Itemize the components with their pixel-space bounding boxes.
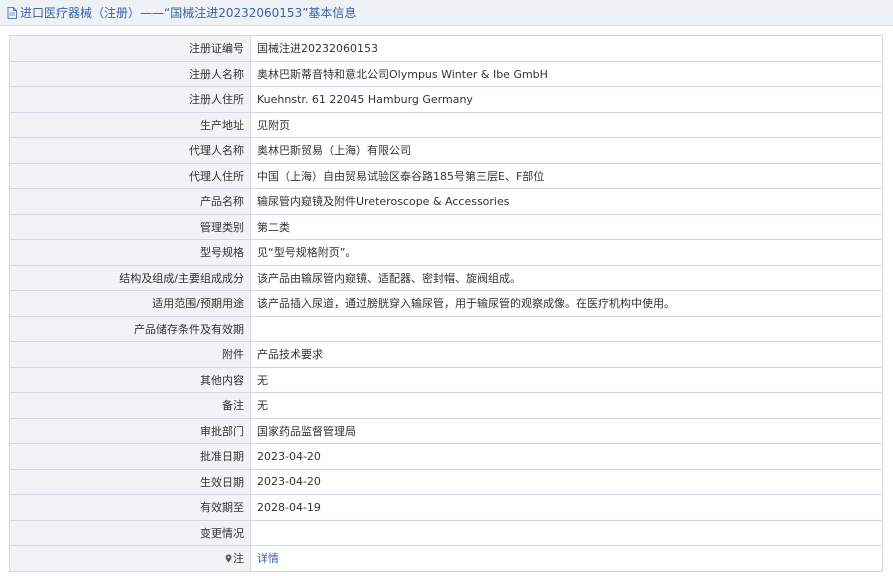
table-row: 备注无 xyxy=(9,392,883,419)
table-row: 代理人名称 奥林巴斯贸易（上海）有限公司 xyxy=(9,137,883,164)
table-row: 批准日期 2023-04-20 xyxy=(9,443,883,470)
row-label: 变更情况 xyxy=(9,519,251,546)
table-row: 注册人名称 奥林巴斯蒂音特和意北公司Olympus Winter & Ibe Gm… xyxy=(9,60,883,87)
row-label: 注册证编号 xyxy=(9,35,251,62)
row-label: 适用范围/预期用途 xyxy=(9,290,251,317)
table-row: 结构及组成/主要组成成分 该产品由输尿管内窥镜、适配器、密封帽、旋阀组成。 xyxy=(9,264,883,291)
table-row: 代理人住所 中国（上海）自由贸易试验区泰谷路185号第三层E、F部位 xyxy=(9,162,883,189)
row-value: 产品技术要求 xyxy=(250,341,883,368)
table-row: 其他内容无 xyxy=(9,366,883,393)
row-label: 生产地址 xyxy=(9,111,251,138)
row-value xyxy=(250,315,883,342)
note-label-cell: 注 xyxy=(9,545,251,572)
row-value: 无 xyxy=(250,366,883,393)
row-label: 代理人住所 xyxy=(9,162,251,189)
row-label: 附件 xyxy=(9,341,251,368)
table-row: 产品储存条件及有效期 xyxy=(9,315,883,342)
row-value: Kuehnstr. 61 22045 Hamburg Germany xyxy=(250,86,883,113)
pin-icon xyxy=(225,554,232,563)
row-label: 注册人住所 xyxy=(9,86,251,113)
row-label: 产品储存条件及有效期 xyxy=(9,315,251,342)
row-label: 注册人名称 xyxy=(9,60,251,87)
table-row: 生产地址 见附页 xyxy=(9,111,883,138)
row-value: 无 xyxy=(250,392,883,419)
row-label: 产品名称 xyxy=(9,188,251,215)
row-label: 型号规格 xyxy=(9,239,251,266)
row-label: 管理类别 xyxy=(9,213,251,240)
table-row: 审批部门 国家药品监督管理局 xyxy=(9,417,883,444)
row-label: 有效期至 xyxy=(9,494,251,521)
page-header: 进口医疗器械（注册）——“国械注进20232060153”基本信息 xyxy=(0,0,893,26)
row-label: 备注 xyxy=(9,392,251,419)
table-row: 生效日期 2023-04-20 xyxy=(9,468,883,495)
info-table: 注册证编号 国械注进20232060153 注册人名称 奥林巴斯蒂音特和意北公司Oly… xyxy=(9,35,883,572)
page-title: 进口医疗器械（注册）——“国械注进20232060153”基本信息 xyxy=(20,6,357,20)
note-value-cell: 详情 xyxy=(250,545,883,572)
row-value: 奥林巴斯蒂音特和意北公司Olympus Winter & Ibe GmbH xyxy=(250,60,883,87)
table-row-note: 注详情 xyxy=(9,545,883,572)
row-value: 见“型号规格附页”。 xyxy=(250,239,883,266)
table-row: 注册人住所 Kuehnstr. 61 22045 Hamburg Germany xyxy=(9,86,883,113)
document-icon xyxy=(7,6,17,19)
table-row: 适用范围/预期用途 该产品插入尿道，通过膀胱穿入输尿管，用于输尿管的观察成像。在医… xyxy=(9,290,883,317)
row-label: 代理人名称 xyxy=(9,137,251,164)
row-value xyxy=(250,519,883,546)
table-row: 管理类别 第二类 xyxy=(9,213,883,240)
row-value: 第二类 xyxy=(250,213,883,240)
row-label: 审批部门 xyxy=(9,417,251,444)
row-value: 该产品插入尿道，通过膀胱穿入输尿管，用于输尿管的观察成像。在医疗机构中使用。 xyxy=(250,290,883,317)
row-label: 批准日期 xyxy=(9,443,251,470)
note-label: 注 xyxy=(233,552,244,566)
row-value: 中国（上海）自由贸易试验区泰谷路185号第三层E、F部位 xyxy=(250,162,883,189)
row-value: 奥林巴斯贸易（上海）有限公司 xyxy=(250,137,883,164)
row-value: 该产品由输尿管内窥镜、适配器、密封帽、旋阀组成。 xyxy=(250,264,883,291)
table-row: 型号规格 见“型号规格附页”。 xyxy=(9,239,883,266)
details-link[interactable]: 详情 xyxy=(257,552,279,565)
row-value: 见附页 xyxy=(250,111,883,138)
table-row: 产品名称 输尿管内窥镜及附件Ureteroscope & Accessories xyxy=(9,188,883,215)
table-row: 变更情况 xyxy=(9,519,883,546)
row-value: 输尿管内窥镜及附件Ureteroscope & Accessories xyxy=(250,188,883,215)
row-value: 2028-04-19 xyxy=(250,494,883,521)
row-label: 生效日期 xyxy=(9,468,251,495)
row-label: 其他内容 xyxy=(9,366,251,393)
table-row: 附件 产品技术要求 xyxy=(9,341,883,368)
row-label: 结构及组成/主要组成成分 xyxy=(9,264,251,291)
row-value: 2023-04-20 xyxy=(250,443,883,470)
table-row: 有效期至 2028-04-19 xyxy=(9,494,883,521)
row-value: 国家药品监督管理局 xyxy=(250,417,883,444)
table-row: 注册证编号 国械注进20232060153 xyxy=(9,35,883,62)
row-value: 国械注进20232060153 xyxy=(250,35,883,62)
row-value: 2023-04-20 xyxy=(250,468,883,495)
